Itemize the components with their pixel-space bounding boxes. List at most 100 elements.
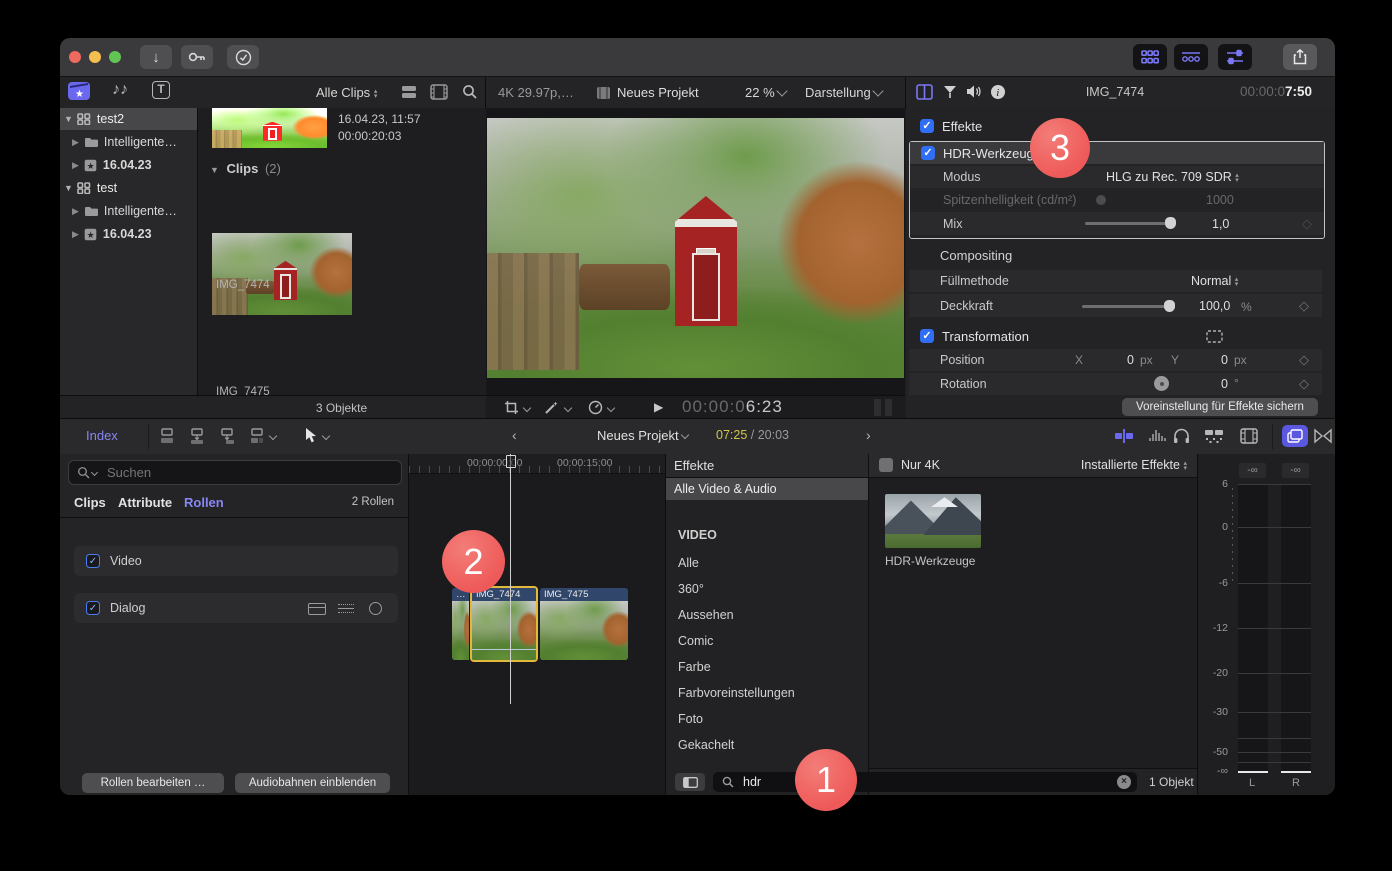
timeline-clip-img7475[interactable]: IMG_7475 [540,588,628,660]
category-foto[interactable]: Foto [678,712,703,726]
category-alle[interactable]: Alle [678,556,699,570]
play-button[interactable]: ▶ [654,400,663,414]
playhead-handle[interactable] [506,455,516,468]
minimize-button[interactable] [89,51,101,63]
timeline-clip-img7474[interactable]: IMG_7474 [470,586,538,662]
category-all-video-audio[interactable]: Alle Video & Audio [666,478,868,500]
mix-value[interactable]: 1,0 [1212,217,1229,231]
share-button[interactable] [1283,44,1317,70]
insert-edit-icon[interactable] [188,427,206,445]
effects-browser-button[interactable] [1282,425,1308,447]
inspector-view-toggle[interactable] [1218,44,1252,70]
category-farbvoreinstellungen[interactable]: Farbvoreinstellungen [678,686,795,700]
opacity-slider[interactable] [1082,305,1172,308]
focus-role-icon[interactable] [369,602,382,615]
transitions-browser-button[interactable] [1314,428,1332,444]
disclosure-triangle-icon[interactable]: ▼ [210,165,219,175]
transform-onscreen-icon[interactable] [1206,330,1223,343]
mix-slider[interactable] [1085,222,1175,225]
retime-menu[interactable] [588,400,614,415]
show-lanes-icon[interactable] [308,603,326,615]
skimming-icon[interactable] [1114,429,1134,443]
background-tasks-button[interactable] [227,45,259,69]
dialog-role-checkbox[interactable]: ✓ [86,601,100,615]
only-4k-checkbox[interactable] [879,458,893,472]
clip-appearance-icon[interactable] [1240,428,1258,444]
disclosure-triangle-icon[interactable]: ▶ [72,229,79,240]
clip-filter-dropdown[interactable]: Alle Clips ▴▾ [316,85,377,100]
rotation-dial[interactable] [1154,376,1169,391]
keyframe-diamond-icon[interactable]: ◇ [1299,298,1309,314]
edit-roles-button[interactable]: Rollen bearbeiten … [82,773,224,793]
audio-sidebar-button[interactable]: ♪♪ [110,81,130,101]
clips-section-header[interactable]: ▼ Clips (2) [210,161,281,176]
video-role-checkbox[interactable]: ✓ [86,554,100,568]
tab-clips[interactable]: Clips [74,495,106,510]
disclosure-triangle-icon[interactable]: ▶ [72,137,79,148]
viewer-display-menu[interactable]: Darstellung [805,85,882,100]
overwrite-edit-menu[interactable] [248,427,276,445]
keywords-button[interactable] [181,45,213,69]
sidebar-item-smart-collection[interactable]: ▶ Intelligente… [60,131,197,153]
category-gekachelt[interactable]: Gekachelt [678,738,734,752]
inspector-video-tab[interactable] [916,84,933,100]
category-aussehen[interactable]: Aussehen [678,608,734,622]
keyframe-diamond-icon[interactable]: ◇ [1299,352,1309,368]
inspector-info-tab[interactable]: i [990,84,1006,100]
viewer-zoom-menu[interactable]: 22 % [745,85,786,100]
enhance-menu[interactable] [544,400,571,415]
close-button[interactable] [69,51,81,63]
crop-tool-menu[interactable] [504,400,530,415]
keyframe-diamond-icon[interactable]: ◇ [1299,376,1309,392]
keyframe-diamond-icon[interactable]: ◇ [1302,216,1312,232]
category-comic[interactable]: Comic [678,634,713,648]
zoom-button[interactable] [109,51,121,63]
previous-project-button[interactable]: ‹ [512,427,517,443]
filmstrip-mode-button[interactable] [430,84,448,100]
timeline-project-menu[interactable]: Neues Projekt [597,428,688,443]
clip-thumbnail-img7474[interactable] [212,233,352,315]
modus-dropdown[interactable]: HLG zu Rec. 709 SDR ▴▾ [1106,170,1239,184]
browser-search-button[interactable] [462,84,478,100]
viewer-timecode[interactable]: 00:00:06:23 [682,397,783,417]
playhead[interactable] [510,454,511,704]
disclosure-triangle-icon[interactable]: ▶ [72,160,79,171]
timeline-clip-partial[interactable]: … [452,588,469,660]
index-button[interactable]: Index [86,428,118,443]
solo-icon[interactable] [1173,428,1190,444]
installed-effects-dropdown[interactable]: Installierte Effekte ▴▾ [1081,458,1187,472]
index-search-field[interactable] [68,460,402,485]
library-sidebar-button[interactable]: ★ [68,82,90,100]
effects-checkbox[interactable]: ✓ [920,119,934,133]
sidebar-item-test[interactable]: ▼ test [60,177,197,199]
position-x-value[interactable]: 0 [1127,353,1134,367]
index-search-input[interactable] [105,464,369,481]
sidebar-item-event[interactable]: ▶ ★ 16.04.23 [60,154,197,176]
clip-appearance-browser-button[interactable] [400,84,418,100]
hdr-tools-checkbox[interactable]: ✓ [921,146,935,160]
tab-rollen[interactable]: Rollen [184,495,224,510]
audio-skimming-icon[interactable] [1148,428,1168,444]
sidebar-item-smart-collection-2[interactable]: ▶ Intelligente… [60,200,197,222]
save-effects-preset-button[interactable]: Voreinstellung für Effekte sichern [1122,398,1318,416]
sidebar-item-test2[interactable]: ▼ test2 [60,108,197,130]
clip-thumbnail-partial[interactable] [212,108,327,148]
effects-search-field[interactable]: × [713,772,1137,792]
category-farbe[interactable]: Farbe [678,660,711,674]
viewer-video-frame[interactable]: ♥ [487,118,904,378]
import-button[interactable]: ↓ [140,45,172,69]
connect-edit-icon[interactable] [158,427,176,445]
blend-mode-dropdown[interactable]: Normal ▴▾ [1191,274,1238,288]
effect-tile-thumbnail[interactable] [885,494,981,548]
subrole-lanes-icon[interactable] [338,603,354,613]
tab-attribute[interactable]: Attribute [118,495,172,510]
disclosure-triangle-icon[interactable]: ▶ [72,206,79,217]
sidebar-item-event-2[interactable]: ▶ ★ 16.04.23 [60,223,197,245]
clear-search-button[interactable]: × [1117,775,1131,789]
disclosure-triangle-icon[interactable]: ▼ [64,114,73,124]
role-row-dialog[interactable]: ✓ Dialog [74,593,398,623]
timeline-view-toggle[interactable] [1174,44,1208,70]
mini-audio-meter[interactable] [874,399,892,416]
hdr-tools-title-row[interactable]: ✓ HDR-Werkzeuge [910,142,1324,164]
timeline-ruler[interactable]: 00:00:00:00 00:00:15:00 [409,454,665,474]
